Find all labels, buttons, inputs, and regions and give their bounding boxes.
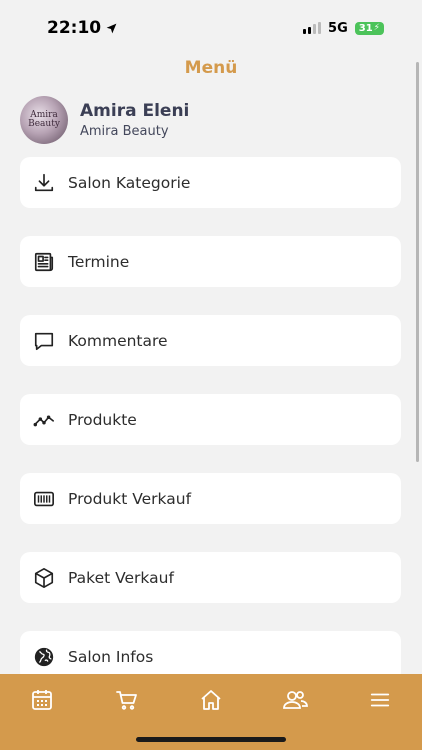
avatar-logo-text: Amira Beauty [28,110,60,129]
package-icon [32,566,56,590]
menu-item-salon-kategorie[interactable]: Salon Kategorie [20,157,401,208]
status-time: 22:10 [47,18,118,38]
tab-calendar[interactable] [22,687,62,713]
tab-cart[interactable] [107,687,147,713]
menu-item-paket-verkauf[interactable]: Paket Verkauf [20,552,401,603]
menu-item-label: Produkt Verkauf [68,489,192,508]
calendar-icon [32,690,53,710]
menu-item-label: Salon Kategorie [68,173,191,192]
cart-icon [115,691,137,710]
menu-item-label: Salon Infos [68,647,154,666]
scrollbar[interactable] [416,62,419,462]
menu-item-label: Produkte [68,410,137,429]
page-title: Menü [184,58,238,78]
profile-subtitle: Amira Beauty [80,124,169,139]
profile-name: Amira Eleni [80,101,190,121]
avatar: Amira Beauty [20,96,68,144]
location-arrow-icon [106,23,117,33]
globe-icon [32,645,56,669]
download-icon [32,171,56,195]
home-icon [201,690,221,710]
newspaper-icon [32,250,56,274]
profile-header[interactable]: Amira Beauty Amira Eleni Amira Beauty [20,96,189,144]
tab-menu[interactable] [360,687,400,713]
tab-users[interactable] [275,687,315,713]
barcode-icon [32,487,56,511]
network-label: 5G [328,20,348,36]
battery-level: 31 [358,22,373,34]
menu-list: Salon Kategorie Termine Kommentare Produ… [20,157,401,710]
status-right: 5G 31 ⚡ [303,21,384,36]
signal-icon [303,22,322,34]
battery-icon: 31 ⚡ [354,21,384,35]
status-time-text: 22:10 [47,18,102,38]
menu-item-label: Termine [68,252,130,271]
menu-item-label: Paket Verkauf [68,568,174,587]
status-bar: 22:10 5G 31 ⚡ [0,0,422,56]
menu-item-produkt-verkauf[interactable]: Produkt Verkauf [20,473,401,524]
menu-icon [370,693,389,707]
trend-icon [32,408,56,432]
users-icon [283,691,309,709]
menu-item-kommentare[interactable]: Kommentare [20,315,401,366]
chat-icon [32,329,56,353]
menu-item-produkte[interactable]: Produkte [20,394,401,445]
menu-item-termine[interactable]: Termine [20,236,401,287]
menu-item-label: Kommentare [68,331,168,350]
home-indicator[interactable] [136,737,286,742]
tab-home[interactable] [191,687,231,713]
